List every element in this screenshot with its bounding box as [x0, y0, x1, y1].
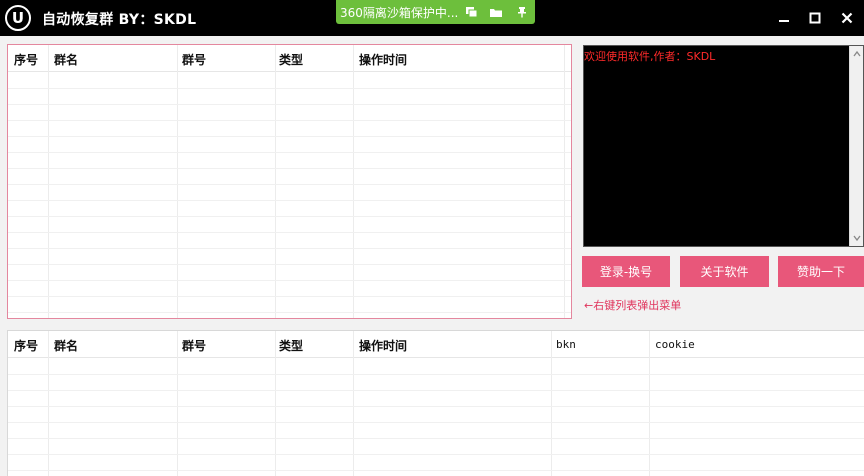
scroll-down-icon[interactable] [853, 234, 861, 242]
row-line [8, 184, 571, 185]
row-line [8, 406, 864, 407]
row-line [8, 438, 864, 439]
col-header-group-id[interactable]: 群号 [182, 337, 206, 354]
maximize-button[interactable] [803, 6, 827, 30]
column-divider [275, 45, 276, 318]
login-switch-account-button[interactable]: 登录-换号 [582, 256, 670, 287]
windows-icon [465, 7, 477, 18]
row-line [8, 216, 571, 217]
scroll-up-icon[interactable] [853, 50, 861, 58]
col-header-type[interactable]: 类型 [279, 51, 303, 68]
row-line [8, 296, 571, 297]
row-line [8, 152, 571, 153]
col-header-cookie[interactable]: cookie [655, 338, 695, 351]
col-header-group-id[interactable]: 群号 [182, 51, 206, 68]
group-list-bottom-header: 序号 群名 群号 类型 操作时间 bkn cookie [8, 331, 864, 358]
console-scrollbar[interactable] [849, 46, 863, 246]
row-line [8, 104, 571, 105]
row-line [8, 136, 571, 137]
row-line [8, 232, 571, 233]
row-line [8, 390, 864, 391]
app-logo-icon: U [5, 5, 31, 31]
row-line [8, 280, 571, 281]
pin-icon [518, 7, 526, 18]
column-divider [564, 45, 565, 318]
context-menu-hint: ←右键列表弹出菜单 [584, 299, 682, 312]
about-software-button[interactable]: 关于软件 [680, 256, 769, 287]
row-line [8, 264, 571, 265]
row-line [8, 454, 864, 455]
col-header-time[interactable]: 操作时间 [359, 51, 407, 68]
window-title: 自动恢复群 BY：SKDL [42, 12, 197, 28]
minimize-icon [779, 20, 789, 22]
log-text: 欢迎使用软件,作者：SKDL [584, 50, 716, 63]
group-list-bottom[interactable]: 序号 群名 群号 类型 操作时间 bkn cookie [7, 330, 864, 476]
row-line [8, 374, 864, 375]
sandbox-folder-button[interactable] [485, 2, 507, 22]
col-header-group-name[interactable]: 群名 [54, 337, 78, 354]
col-header-type[interactable]: 类型 [279, 337, 303, 354]
col-header-bkn[interactable]: bkn [556, 338, 576, 351]
row-line [8, 312, 571, 313]
row-line [8, 200, 571, 201]
minimize-button[interactable] [772, 6, 796, 30]
folder-icon [490, 8, 502, 17]
sandbox-toolbar: 360隔离沙箱保护中... [336, 0, 535, 24]
col-header-time[interactable]: 操作时间 [359, 337, 407, 354]
col-header-group-name[interactable]: 群名 [54, 51, 78, 68]
row-line [8, 248, 571, 249]
col-header-index[interactable]: 序号 [14, 337, 38, 354]
group-list-top[interactable]: 序号 群名 群号 类型 操作时间 [7, 44, 572, 319]
row-line [8, 120, 571, 121]
row-line [8, 168, 571, 169]
row-line [8, 470, 864, 471]
sandbox-window-button[interactable] [460, 2, 482, 22]
title-bar: U 自动恢复群 BY：SKDL 360隔离沙箱保护中... [0, 0, 864, 36]
close-icon [841, 12, 853, 24]
close-button[interactable] [835, 6, 859, 30]
column-divider [177, 45, 178, 318]
row-line [8, 88, 571, 89]
donate-button[interactable]: 赞助一下 [778, 256, 864, 287]
sandbox-pin-button[interactable] [511, 2, 533, 22]
group-list-top-header: 序号 群名 群号 类型 操作时间 [8, 45, 571, 72]
maximize-icon [809, 12, 821, 24]
column-divider [48, 45, 49, 318]
column-divider [353, 45, 354, 318]
row-line [8, 422, 864, 423]
log-console[interactable]: 欢迎使用软件,作者：SKDL [583, 45, 864, 247]
col-header-index[interactable]: 序号 [14, 51, 38, 68]
sandbox-status: 360隔离沙箱保护中... [340, 6, 459, 20]
